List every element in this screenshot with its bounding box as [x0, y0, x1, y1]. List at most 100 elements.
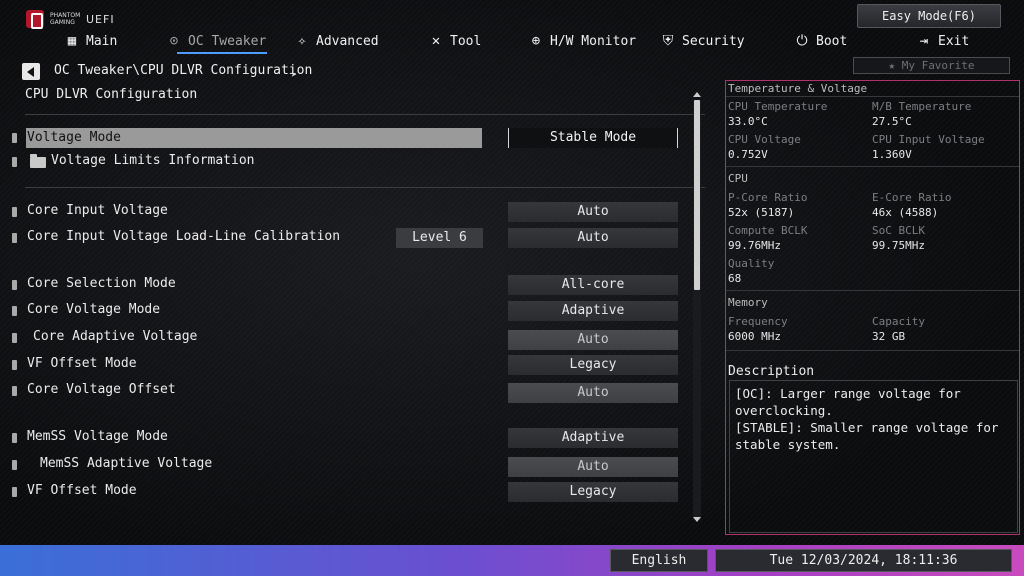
- tab-advanced[interactable]: ✧ Advanced: [294, 30, 379, 52]
- tab-label: Security: [682, 33, 745, 49]
- row-bullet: [12, 487, 17, 497]
- divider: [726, 96, 1019, 97]
- vf-offset-mode-label[interactable]: VF Offset Mode: [27, 356, 137, 371]
- page-title: CPU DLVR Configuration: [25, 87, 198, 102]
- active-tab-indicator: [177, 52, 267, 54]
- core-voltage-mode-select[interactable]: Adaptive: [508, 301, 678, 321]
- ecore-ratio-value: 46x (4588): [872, 206, 939, 219]
- memss-adaptive-voltage-select[interactable]: Auto: [508, 457, 678, 477]
- voltage-mode-select[interactable]: Stable Mode: [508, 128, 678, 148]
- row-bullet: [12, 360, 17, 370]
- datetime-display: Tue 12/03/2024, 18:11:36: [715, 549, 1012, 572]
- core-input-llc-label[interactable]: Core Input Voltage Load-Line Calibration: [27, 229, 340, 244]
- vf-offset-mode-2-select[interactable]: Legacy: [508, 482, 678, 502]
- compute-bclk-value: 99.76MHz: [728, 239, 781, 252]
- row-bullet: [12, 306, 17, 316]
- tab-boot[interactable]: ⏻ Boot: [794, 30, 847, 52]
- cpu-voltage-label: CPU Voltage: [728, 133, 801, 146]
- mb-temp-value: 27.5°C: [872, 115, 912, 128]
- phantom-gaming-logo-icon: [26, 10, 44, 29]
- my-favorite-button[interactable]: ★ My Favorite: [853, 57, 1010, 74]
- mouse-cursor-icon: ➤: [291, 70, 298, 81]
- core-voltage-mode-label[interactable]: Core Voltage Mode: [27, 302, 160, 317]
- quality-value: 68: [728, 272, 742, 285]
- tab-tool[interactable]: ✕ Tool: [428, 30, 482, 52]
- scroll-up-arrow-icon[interactable]: [693, 92, 701, 98]
- pcore-ratio-value: 52x (5187): [728, 206, 795, 219]
- memss-voltage-mode-select[interactable]: Adaptive: [508, 428, 678, 448]
- cpu-temp-value: 33.0°C: [728, 115, 768, 128]
- language-button[interactable]: English: [610, 549, 708, 572]
- row-bullet: [12, 133, 17, 143]
- pcore-ratio-label: P-Core Ratio: [728, 191, 808, 204]
- shield-icon: ⛨: [662, 33, 674, 49]
- core-input-llc-select[interactable]: Auto: [508, 228, 678, 248]
- memory-heading: Memory: [728, 296, 768, 309]
- core-adaptive-voltage-select[interactable]: Auto: [508, 330, 678, 350]
- core-selection-mode-label[interactable]: Core Selection Mode: [27, 276, 176, 291]
- tab-main[interactable]: ▦ Main: [64, 30, 118, 52]
- cpu-heading: CPU: [728, 172, 748, 185]
- frequency-value: 6000 MHz: [728, 330, 781, 343]
- core-input-voltage-select[interactable]: Auto: [508, 202, 678, 222]
- exit-icon: ⇥: [919, 33, 929, 49]
- scroll-down-arrow-icon[interactable]: [693, 517, 701, 523]
- monitor-icon: ⊕: [531, 33, 541, 49]
- ecore-ratio-label: E-Core Ratio: [872, 191, 952, 204]
- core-selection-mode-select[interactable]: All-core: [508, 275, 678, 295]
- scrollbar-thumb[interactable]: [694, 100, 700, 290]
- llc-level-indicator: Level 6: [396, 228, 483, 248]
- tab-label: Boot: [816, 33, 848, 49]
- row-bullet: [12, 280, 17, 290]
- easy-mode-button[interactable]: Easy Mode(F6): [857, 4, 1001, 28]
- grid-icon: ▦: [67, 33, 77, 49]
- back-arrow-icon[interactable]: [22, 63, 40, 80]
- divider: [726, 166, 1019, 167]
- memss-voltage-mode-label[interactable]: MemSS Voltage Mode: [27, 429, 168, 444]
- memss-adaptive-voltage-label[interactable]: MemSS Adaptive Voltage: [40, 456, 212, 471]
- tab-label: H/W Monitor: [550, 33, 637, 49]
- star-icon: ✧: [297, 33, 307, 49]
- tab-security[interactable]: ⛨ Security: [660, 30, 745, 52]
- voltage-mode-label[interactable]: Voltage Mode: [26, 128, 482, 148]
- row-bullet: [12, 386, 17, 396]
- tab-label: Main: [86, 33, 118, 49]
- divider: [726, 290, 1019, 291]
- capacity-label: Capacity: [872, 315, 925, 328]
- tab-exit[interactable]: ⇥ Exit: [916, 30, 970, 52]
- circuit-icon: ⊙: [169, 33, 179, 49]
- row-bullet: [12, 207, 17, 217]
- cpu-voltage-value: 0.752V: [728, 148, 768, 161]
- breadcrumb: OC Tweaker\CPU DLVR Configuration: [54, 63, 313, 78]
- tab-label: OC Tweaker: [188, 33, 267, 49]
- cpu-input-voltage-value: 1.360V: [872, 148, 912, 161]
- voltage-limits-link[interactable]: Voltage Limits Information: [51, 153, 255, 168]
- tab-label: Advanced: [316, 33, 379, 49]
- vf-offset-mode-select[interactable]: Legacy: [508, 355, 678, 375]
- core-adaptive-voltage-label[interactable]: Core Adaptive Voltage: [33, 329, 197, 344]
- tools-icon: ✕: [431, 33, 441, 49]
- power-icon: ⏻: [796, 33, 808, 49]
- tab-label: Tool: [450, 33, 482, 49]
- brand-small-text: PHANTOM GAMING: [50, 12, 81, 26]
- quality-label: Quality: [728, 257, 775, 270]
- mb-temp-label: M/B Temperature: [872, 100, 972, 113]
- soc-bclk-label: SoC BCLK: [872, 224, 925, 237]
- frequency-label: Frequency: [728, 315, 788, 328]
- capacity-value: 32 GB: [872, 330, 906, 343]
- vf-offset-mode-2-label[interactable]: VF Offset Mode: [27, 483, 137, 498]
- description-title: Description: [728, 364, 815, 379]
- row-bullet: [12, 233, 17, 243]
- core-voltage-offset-label[interactable]: Core Voltage Offset: [27, 382, 176, 397]
- row-bullet: [12, 460, 17, 470]
- core-voltage-offset-select[interactable]: Auto: [508, 383, 678, 403]
- row-bullet: [12, 333, 17, 343]
- cpu-input-voltage-label: CPU Input Voltage: [872, 133, 985, 146]
- tab-oc-tweaker[interactable]: ⊙ OC Tweaker: [166, 30, 267, 52]
- core-input-voltage-label[interactable]: Core Input Voltage: [27, 203, 168, 218]
- soc-bclk-value: 99.75MHz: [872, 239, 925, 252]
- divider: [25, 114, 705, 115]
- tab-hw-monitor[interactable]: ⊕ H/W Monitor: [528, 30, 636, 52]
- temp-voltage-heading: Temperature & Voltage: [728, 82, 868, 95]
- brand-logo: PHANTOM GAMING UEFI: [26, 8, 115, 30]
